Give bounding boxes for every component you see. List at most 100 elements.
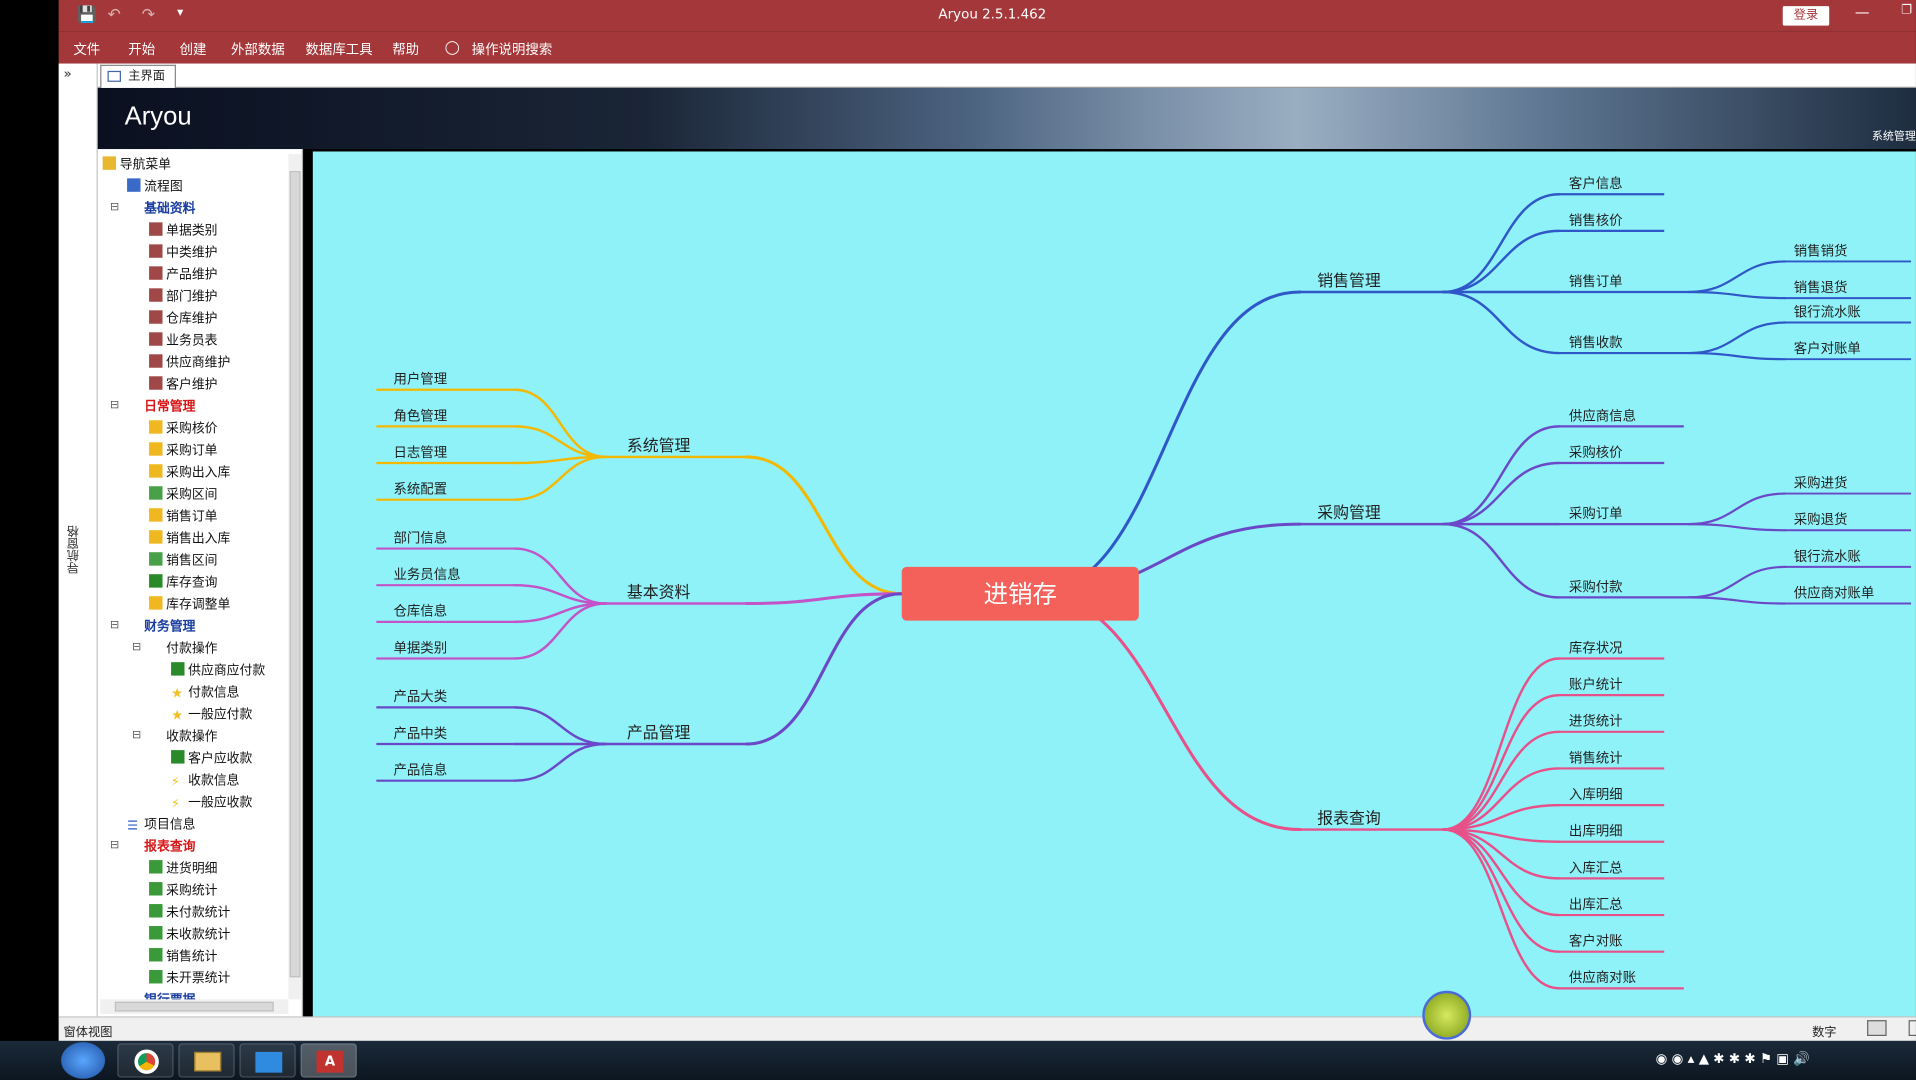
tree-item[interactable]: ☰ 项目信息 (127, 815, 195, 835)
mindmap-leaf[interactable]: 供应商对账单 (1794, 584, 1875, 601)
mindmap-leaf[interactable]: 销售订单 (1569, 274, 1623, 290)
system-admin-link[interactable]: 系统管理 (1872, 127, 1916, 143)
mindmap-leaf[interactable]: 销售收款 (1569, 335, 1623, 351)
mindmap-leaf[interactable]: 银行流水账 (1794, 304, 1861, 320)
mindmap-leaf[interactable]: 出库明细 (1569, 824, 1623, 840)
tree-item[interactable]: 中类维护 (149, 243, 217, 263)
restore-icon[interactable]: ❐ (1901, 4, 1912, 17)
explorer-icon[interactable] (178, 1043, 235, 1078)
layout-view-icon[interactable] (1908, 1020, 1916, 1037)
tree-item[interactable]: 客户维护 (149, 375, 217, 395)
tree-item[interactable]: 销售订单 (149, 507, 217, 527)
nav-pane-label[interactable]: 导航窗格 (66, 525, 84, 574)
tree-item[interactable]: 流程图 (127, 177, 183, 197)
tree-item[interactable]: 业务员表 (149, 331, 217, 351)
tree-item[interactable]: 财务管理 (144, 617, 195, 637)
menu-help[interactable]: 帮助 (392, 39, 419, 59)
menu-create[interactable]: 创建 (180, 39, 207, 59)
tell-me-search[interactable]: 操作说明搜索 (472, 39, 553, 59)
tree-expander-icon[interactable]: ⊟ (110, 619, 119, 631)
mindmap-branch[interactable]: 基本资料 (627, 582, 691, 601)
customize-qat-icon[interactable]: ▾ (177, 6, 183, 19)
mindmap-leaf[interactable]: 银行流水账 (1794, 549, 1861, 565)
tree-item[interactable]: 未开票统计 (149, 969, 230, 989)
mindmap-leaf[interactable]: 产品信息 (393, 762, 447, 779)
menu-external-data[interactable]: 外部数据 (231, 39, 285, 59)
menu-home[interactable]: 开始 (128, 39, 155, 59)
start-icon[interactable] (61, 1042, 106, 1079)
tree-item[interactable]: ★ 一般应付款 (171, 705, 252, 725)
tree-expander-icon[interactable]: ⊟ (110, 839, 119, 851)
login-button[interactable]: 登录 (1782, 6, 1830, 26)
mindmap-leaf[interactable]: 采购付款 (1569, 579, 1623, 595)
tree-item[interactable]: 部门维护 (149, 287, 217, 307)
tree-item[interactable]: 采购订单 (149, 441, 217, 461)
mindmap-leaf[interactable]: 账户统计 (1569, 676, 1623, 693)
mindmap-leaf[interactable]: 产品中类 (393, 726, 447, 742)
tree-item[interactable]: 采购核价 (149, 419, 217, 439)
tree-item[interactable]: 进货明细 (149, 859, 217, 879)
tab-main[interactable]: 主界面 (100, 64, 176, 88)
mindmap-leaf[interactable]: 销售核价 (1569, 213, 1623, 229)
mindmap-leaf[interactable]: 日志管理 (393, 445, 447, 461)
mindmap-leaf[interactable]: 采购进货 (1794, 474, 1848, 491)
mindmap-leaf[interactable]: 销售销货 (1794, 242, 1848, 259)
mindmap-leaf[interactable]: 供应商信息 (1569, 407, 1636, 424)
mindmap-leaf[interactable]: 供应商对账 (1569, 969, 1636, 986)
tree-item[interactable]: 采购出入库 (149, 463, 230, 483)
mindmap-leaf[interactable]: 入库汇总 (1569, 860, 1623, 876)
tree-item[interactable]: 日常管理 (144, 397, 195, 417)
mindmap-leaf[interactable]: 角色管理 (393, 407, 447, 424)
mindmap-branch[interactable]: 系统管理 (627, 436, 691, 455)
tree-item[interactable]: 销售出入库 (149, 529, 230, 549)
mindmap-branch[interactable]: 产品管理 (627, 723, 691, 742)
tree-item[interactable]: 库存调整单 (149, 595, 230, 615)
tree-item[interactable]: ★ 付款信息 (171, 683, 239, 703)
tree-expander-icon[interactable]: ⊟ (110, 202, 119, 214)
form-view-icon[interactable] (1867, 1020, 1887, 1037)
mindmap-leaf[interactable]: 销售统计 (1569, 750, 1623, 766)
tree-item[interactable]: 收款操作 (166, 727, 217, 747)
mindmap-leaf[interactable]: 客户信息 (1569, 175, 1623, 192)
tree-horizontal-scrollbar[interactable] (100, 999, 289, 1015)
tree-item[interactable]: 仓库维护 (149, 309, 217, 329)
tree-item[interactable]: 导航菜单 (102, 155, 171, 175)
mindmap-leaf[interactable]: 采购退货 (1794, 511, 1848, 528)
save-icon[interactable]: 💾 (77, 6, 97, 24)
scroll-thumb[interactable] (114, 1001, 274, 1012)
mindmap-leaf[interactable]: 销售退货 (1794, 279, 1848, 296)
mindmap-leaf[interactable]: 客户对账单 (1794, 340, 1861, 357)
expand-nav-icon[interactable]: » (64, 66, 72, 82)
mindmap-leaf[interactable]: 库存状况 (1569, 640, 1623, 656)
access-icon[interactable]: A (300, 1043, 357, 1078)
avatar[interactable] (1422, 990, 1472, 1040)
tree-item[interactable]: 采购统计 (149, 881, 217, 901)
mindmap-leaf[interactable]: 业务员信息 (393, 566, 460, 583)
chrome-icon[interactable] (117, 1043, 174, 1078)
tree-item[interactable]: 销售区间 (149, 551, 217, 571)
mindmap-leaf[interactable]: 入库明细 (1569, 787, 1623, 803)
tree-item[interactable]: ⚡ 收款信息 (171, 771, 239, 791)
menu-file[interactable]: 文件 (73, 39, 100, 59)
tree-item[interactable]: 供应商维护 (149, 353, 230, 373)
minimize-icon[interactable]: — (1855, 4, 1870, 21)
tree-item[interactable]: 客户应收款 (171, 749, 252, 769)
tree-expander-icon[interactable]: ⊟ (132, 641, 141, 653)
tree-item[interactable]: 基础资料 (144, 199, 195, 219)
undo-icon[interactable]: ↶ (108, 6, 121, 24)
mindmap-branch[interactable]: 报表查询 (1317, 808, 1381, 827)
mindmap-leaf[interactable]: 仓库信息 (393, 603, 447, 620)
tree-vertical-scrollbar[interactable] (288, 153, 302, 1000)
mindmap-leaf[interactable]: 系统配置 (393, 482, 447, 498)
scroll-thumb[interactable] (289, 171, 301, 978)
mindmap-leaf[interactable]: 产品大类 (393, 689, 447, 705)
menu-database-tools[interactable]: 数据库工具 (305, 39, 372, 59)
tree-item[interactable]: 未收款统计 (149, 925, 230, 945)
tree-item[interactable]: 采购区间 (149, 485, 217, 505)
mindmap-branch[interactable]: 销售管理 (1317, 271, 1381, 290)
app-icon[interactable] (239, 1043, 296, 1078)
tree-item[interactable]: 供应商应付款 (171, 661, 265, 681)
tree-item[interactable]: 未付款统计 (149, 903, 230, 923)
mindmap-center-label[interactable]: 进销存 (984, 579, 1057, 608)
mindmap-leaf[interactable]: 采购订单 (1569, 506, 1623, 522)
